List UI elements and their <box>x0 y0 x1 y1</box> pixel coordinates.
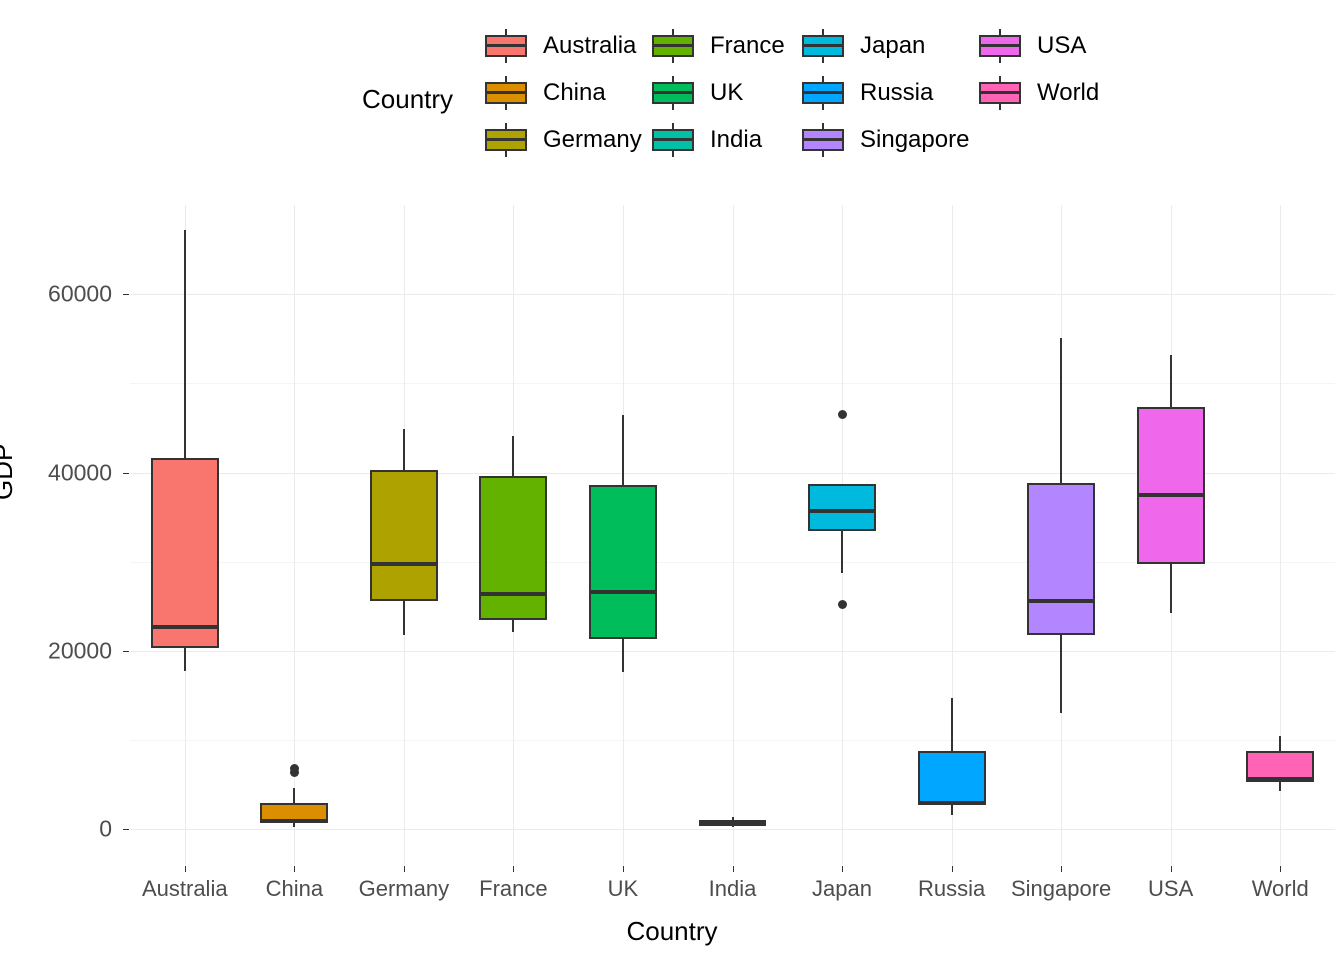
boxplot-world[interactable] <box>130 205 1335 865</box>
x-tick-mark <box>842 866 844 872</box>
y-tick-label: 60000 <box>48 280 112 307</box>
legend-item-world[interactable]: World <box>977 69 1099 116</box>
legend-title: Country <box>362 84 454 114</box>
y-tick-label: 20000 <box>48 637 112 664</box>
legend-item-india[interactable]: India <box>650 116 785 163</box>
legend-item-label: UK <box>710 78 744 106</box>
chart-root: Country Australia China Germany France UK Ind… <box>0 0 1344 960</box>
legend-item-label: France <box>710 31 785 59</box>
legend-key-icon <box>650 75 696 110</box>
legend-item-label: Japan <box>860 31 926 59</box>
y-tick-mark <box>123 472 129 474</box>
legend-item-russia[interactable]: Russia <box>800 69 969 116</box>
x-axis-title: Country <box>626 916 718 946</box>
x-tick-label-usa: USA <box>1148 876 1194 901</box>
legend-item-label: India <box>710 125 763 153</box>
x-tick-label-france: France <box>479 876 548 901</box>
whisker-upper <box>1279 735 1282 751</box>
x-tick-mark <box>1170 866 1172 872</box>
legend-item-japan[interactable]: Japan <box>800 22 969 69</box>
x-tick-label-australia: Australia <box>141 876 228 901</box>
legend-key-icon <box>800 122 846 157</box>
x-tick-mark <box>403 866 405 872</box>
x-tick-mark <box>1280 866 1282 872</box>
legend-item-label: China <box>543 78 606 106</box>
x-tick-label-uk: UK <box>607 876 639 901</box>
legend-column: France UK India <box>650 22 785 163</box>
x-tick-mark <box>513 866 515 872</box>
legend-key-icon <box>977 75 1023 110</box>
legend-item-label: Singapore <box>860 125 970 153</box>
median-line <box>1246 777 1315 782</box>
plot-panel <box>130 205 1335 865</box>
legend-item-label: USA <box>1037 31 1087 59</box>
x-tick-mark <box>951 866 953 872</box>
legend-key-icon <box>483 75 529 110</box>
x-tick-mark <box>294 866 296 872</box>
legend-key-icon <box>977 28 1023 63</box>
x-tick-label-germany: Germany <box>358 876 450 901</box>
legend-key-icon <box>800 75 846 110</box>
legend-key-icon <box>483 28 529 63</box>
x-tick-label-russia: Russia <box>917 876 986 901</box>
y-tick-label: 0 <box>99 815 112 842</box>
x-tick-label-world: World <box>1251 876 1309 901</box>
legend-item-france[interactable]: France <box>650 22 785 69</box>
x-tick-label-singapore: Singapore <box>1010 876 1112 901</box>
x-tick-mark <box>732 866 734 872</box>
y-tick-mark <box>123 829 129 831</box>
y-tick-label: 40000 <box>48 459 112 486</box>
legend-item-label: Russia <box>860 78 934 106</box>
legend-item-usa[interactable]: USA <box>977 22 1099 69</box>
legend-key-icon <box>650 122 696 157</box>
y-axis-title: GDP <box>0 443 18 500</box>
x-tick-label-china: China <box>265 876 324 901</box>
y-tick-mark <box>123 294 129 296</box>
legend-column: USA World <box>977 22 1099 116</box>
legend-column: Japan Russia Singapore <box>800 22 969 163</box>
legend-item-germany[interactable]: Germany <box>483 116 642 163</box>
whisker-lower <box>1279 782 1282 791</box>
legend-key-icon <box>650 28 696 63</box>
x-tick-mark <box>1061 866 1063 872</box>
legend-item-label: World <box>1037 78 1100 106</box>
legend-item-label: Germany <box>543 125 642 153</box>
legend-item-singapore[interactable]: Singapore <box>800 116 969 163</box>
chart-legend: Country Australia China Germany France UK Ind… <box>0 0 1344 190</box>
legend-item-uk[interactable]: UK <box>650 69 785 116</box>
legend-key-icon <box>800 28 846 63</box>
x-tick-label-japan: Japan <box>812 876 873 901</box>
legend-column: Australia China Germany <box>483 22 642 163</box>
x-tick-label-india: India <box>708 876 757 901</box>
legend-item-australia[interactable]: Australia <box>483 22 642 69</box>
legend-key-icon <box>483 122 529 157</box>
x-tick-mark <box>622 866 624 872</box>
legend-item-china[interactable]: China <box>483 69 642 116</box>
x-tick-mark <box>184 866 186 872</box>
y-tick-mark <box>123 650 129 652</box>
legend-item-label: Australia <box>543 31 637 59</box>
